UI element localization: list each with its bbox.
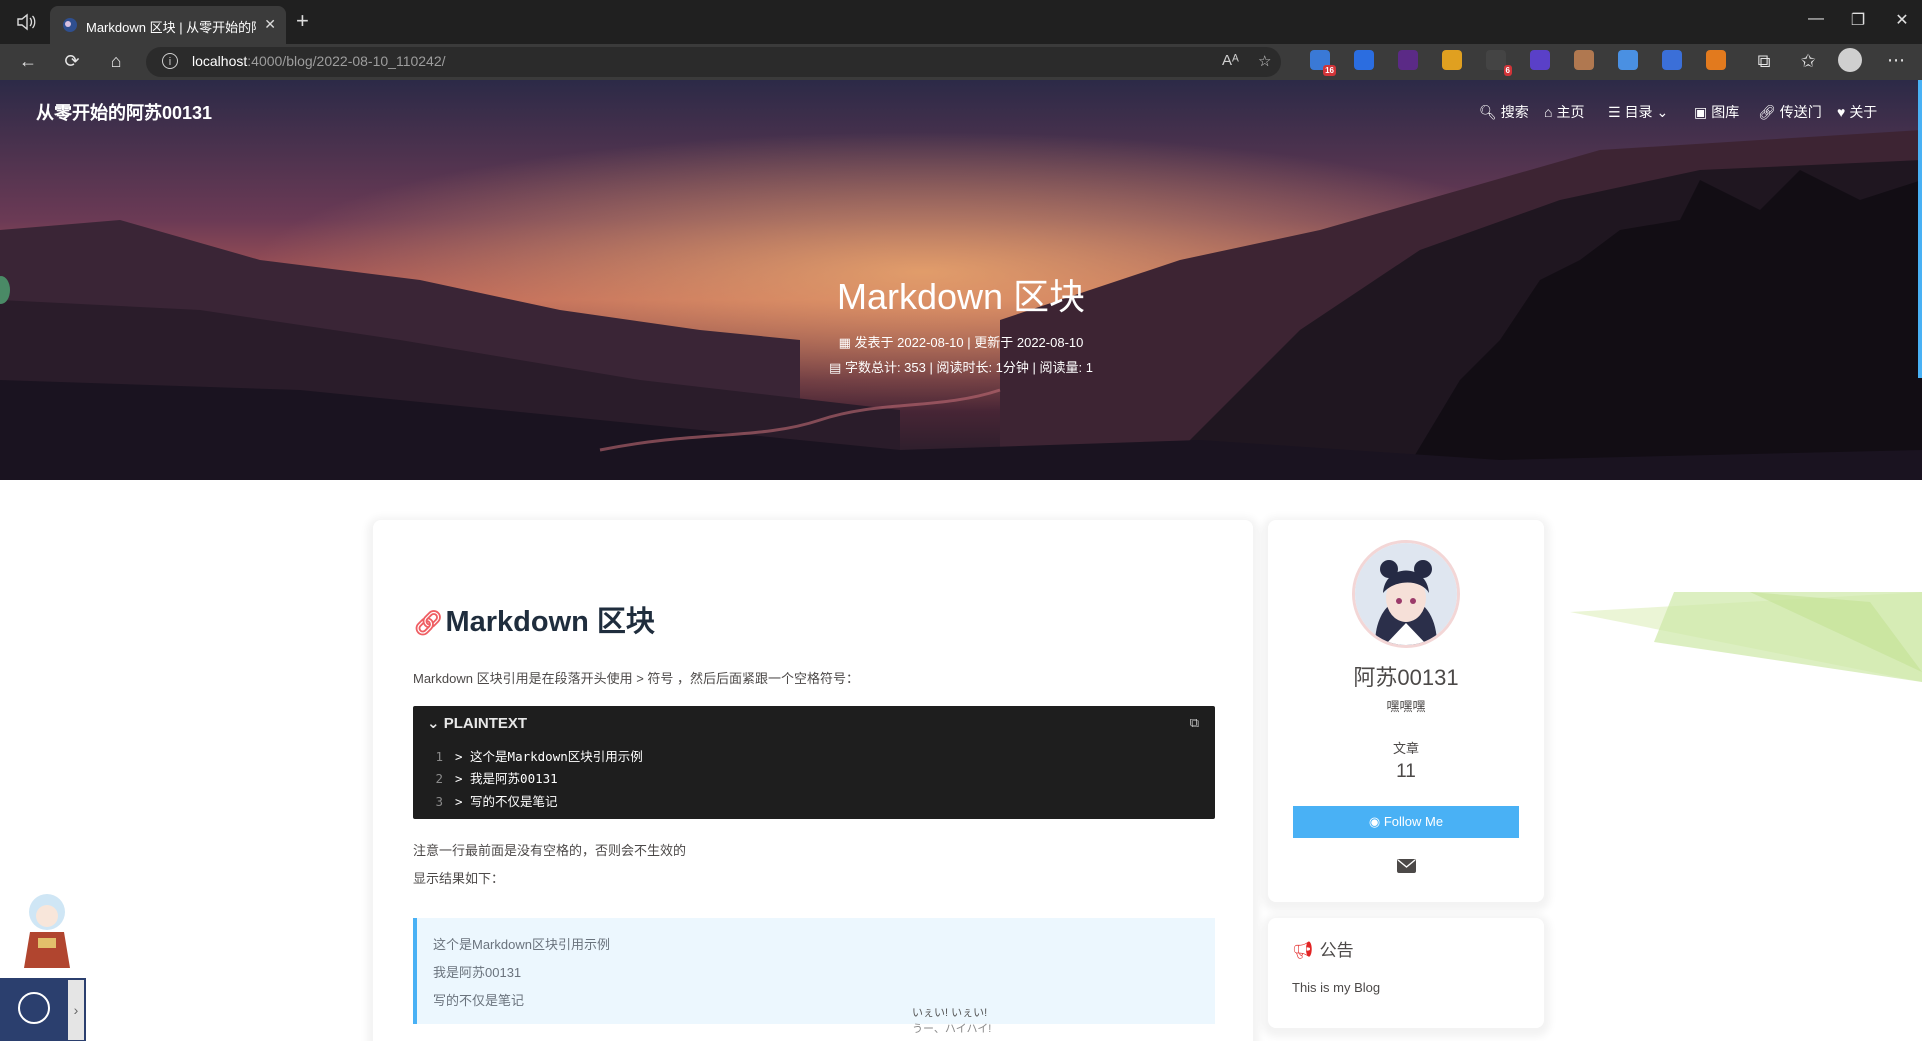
speaker-icon[interactable]: [16, 13, 36, 31]
image-icon: ▣: [1694, 104, 1708, 120]
tab-title: Markdown 区块 | 从零开始的阿苏00131: [86, 20, 256, 35]
cookie-ext-icon[interactable]: [1574, 50, 1594, 70]
quote-line: 写的不仅是笔记: [433, 993, 525, 1008]
copy-icon[interactable]: ⧉: [1190, 715, 1199, 731]
bullhorn-icon: 📢︎: [1292, 941, 1314, 960]
code-block: ⌄ PLAINTEXT ⧉ 1 > 这个是Markdown区块引用示例 2 > 我是…: [413, 706, 1215, 819]
bolt-ext-icon[interactable]: [1354, 50, 1374, 70]
extensions-icon[interactable]: ⧉: [1752, 51, 1776, 73]
post-meta-stats: ▤ 字数总计: 353 | 阅读时长: 1分钟 | 阅读量: 1: [829, 360, 1093, 375]
intro-paragraph: Markdown 区块引用是在段落开头使用 > 符号 ，然后后面紧跟一个空格符号…: [413, 671, 860, 686]
file-icon: ▤: [829, 360, 845, 375]
post-header-banner: 从零开始的阿苏00131 🔍︎ 搜索 ⌂ 主页 ☰ 目录 ⌄ ▣ 图库 🔗︎ 传送门 ♥ 关…: [0, 80, 1922, 480]
favicon-icon: [63, 18, 77, 32]
url: localhost:4000/blog/2022-08-10_110242/: [192, 53, 446, 69]
chevron-down-icon: ⌄: [427, 715, 444, 732]
search-ext-icon[interactable]: [1618, 50, 1638, 70]
calendar-icon: ▦: [838, 335, 855, 350]
list-icon: ☰: [1608, 104, 1621, 120]
code-line: 3 > 写的不仅是笔记: [435, 794, 558, 809]
link-icon: 🔗︎: [1758, 104, 1776, 120]
list-ext-icon[interactable]: [1662, 50, 1682, 70]
quote-line: 我是阿苏00131: [433, 965, 522, 980]
post-meta-dates: ▦ 发表于 2022-08-10 | 更新于 2022-08-10: [838, 335, 1084, 350]
extension-badge: 16: [1323, 65, 1336, 76]
search-icon: 🔍︎: [1479, 104, 1497, 120]
article-heading: 🔗︎Markdown 区块: [413, 606, 655, 638]
more-menu-icon[interactable]: ⋯: [1884, 50, 1908, 72]
avatar[interactable]: [1352, 540, 1460, 648]
minimize-icon[interactable]: —: [1804, 10, 1828, 28]
result-label: 显示结果如下：: [413, 871, 505, 886]
announcement-title: 📢︎ 公告: [1292, 941, 1354, 960]
cam-ext-icon[interactable]: 6: [1486, 50, 1512, 76]
code-line: 1 > 这个是Markdown区块引用示例: [435, 749, 643, 764]
site-name[interactable]: 从零开始的阿苏00131: [36, 99, 212, 125]
menu-portal[interactable]: 🔗︎ 传送门: [1758, 102, 1822, 122]
follow-me-button[interactable]: ◉ Follow Me: [1293, 806, 1519, 838]
chevron-down-icon: ⌄: [1652, 104, 1669, 120]
scrollbar[interactable]: [1918, 80, 1922, 378]
back-icon[interactable]: ←: [16, 51, 40, 73]
author-name: 阿苏00131: [1353, 665, 1459, 690]
reload-icon[interactable]: ⟳: [60, 51, 84, 73]
author-description: 嘿嘿嘿: [1386, 699, 1426, 714]
tab-close-icon[interactable]: ✕: [264, 16, 276, 33]
email-icon[interactable]: [1397, 859, 1416, 873]
author-card: 阿苏00131 嘿嘿嘿 文章 11 ◉ Follow Me: [1268, 520, 1544, 902]
heading-anchor-icon[interactable]: 🔗︎: [413, 610, 443, 637]
read-aloud-icon[interactable]: A͏ᴬ: [1222, 52, 1239, 69]
window-close-icon[interactable]: ✕: [1890, 10, 1914, 30]
floating-text: うー、ハイハイ!: [912, 1023, 992, 1035]
restore-icon[interactable]: ❐: [1846, 10, 1870, 30]
blockquote: 这个是Markdown区块引用示例 我是阿苏00131 写的不仅是笔记: [413, 918, 1215, 1024]
articles-count[interactable]: 11: [1268, 761, 1544, 783]
new-tab-icon[interactable]: +: [296, 8, 309, 34]
orange-ext-icon[interactable]: [1442, 50, 1462, 70]
menu-gallery[interactable]: ▣ 图库: [1694, 102, 1739, 122]
post-title: Markdown 区块: [836, 276, 1086, 317]
add-favorite-icon[interactable]: ☆: [1258, 52, 1271, 70]
menu-search[interactable]: 🔍︎ 搜索: [1479, 102, 1529, 122]
address-bar[interactable]: i localhost:4000/blog/2022-08-10_110242/…: [146, 47, 1281, 77]
heart-icon: ♥: [1837, 104, 1846, 120]
quote-line: 这个是Markdown区块引用示例: [433, 937, 610, 952]
github-icon: ◉: [1368, 814, 1384, 829]
site-info-icon[interactable]: i: [162, 53, 178, 69]
ia-ext-icon[interactable]: [1398, 50, 1418, 70]
notion-ext-icon[interactable]: 16: [1310, 50, 1336, 76]
decorative-triangles: [1570, 592, 1922, 682]
code-lang-toggle[interactable]: ⌄ PLAINTEXT: [427, 714, 527, 732]
menu-toc[interactable]: ☰ 目录 ⌄: [1608, 102, 1668, 122]
live2d-mascot[interactable]: [14, 888, 80, 970]
home-icon[interactable]: ⌂: [104, 51, 128, 73]
favorites-icon[interactable]: ✩: [1796, 51, 1820, 73]
post-content-card: 🔗︎Markdown 区块 Markdown 区块引用是在段落开头使用 > 符号…: [373, 520, 1253, 1041]
moon-ext-icon[interactable]: [1530, 50, 1550, 70]
play-icon[interactable]: [18, 992, 50, 1024]
note-paragraph: 注意一行最前面是没有空格的，否则会不生效的: [413, 843, 687, 858]
announcement-card: 📢︎ 公告 This is my Blog: [1268, 918, 1544, 1028]
extension-badge: 6: [1503, 65, 1512, 76]
announcement-text: This is my Blog: [1292, 980, 1381, 995]
fox-ext-icon[interactable]: [1706, 50, 1726, 70]
browser-tab[interactable]: Markdown 区块 | 从零开始的阿苏00131 ✕: [50, 6, 286, 44]
articles-label[interactable]: 文章: [1268, 738, 1544, 757]
browser-titlebar: Markdown 区块 | 从零开始的阿苏00131 ✕ + — ❐ ✕: [0, 0, 1922, 44]
profile-avatar[interactable]: [1838, 48, 1862, 72]
floating-text: いぇい! いぇい!: [912, 1007, 988, 1019]
home-icon: ⌂: [1544, 104, 1553, 120]
menu-home[interactable]: ⌂ 主页: [1544, 102, 1584, 122]
code-line: 2 > 我是阿苏00131: [435, 771, 558, 786]
page-viewport: 从零开始的阿苏00131 🔍︎ 搜索 ⌂ 主页 ☰ 目录 ⌄ ▣ 图库 🔗︎ 传送门 ♥ 关…: [0, 80, 1922, 1041]
avatar-image: [1355, 543, 1457, 645]
menu-about[interactable]: ♥ 关于: [1837, 102, 1877, 122]
player-toggle-arrow[interactable]: ›: [68, 980, 84, 1040]
